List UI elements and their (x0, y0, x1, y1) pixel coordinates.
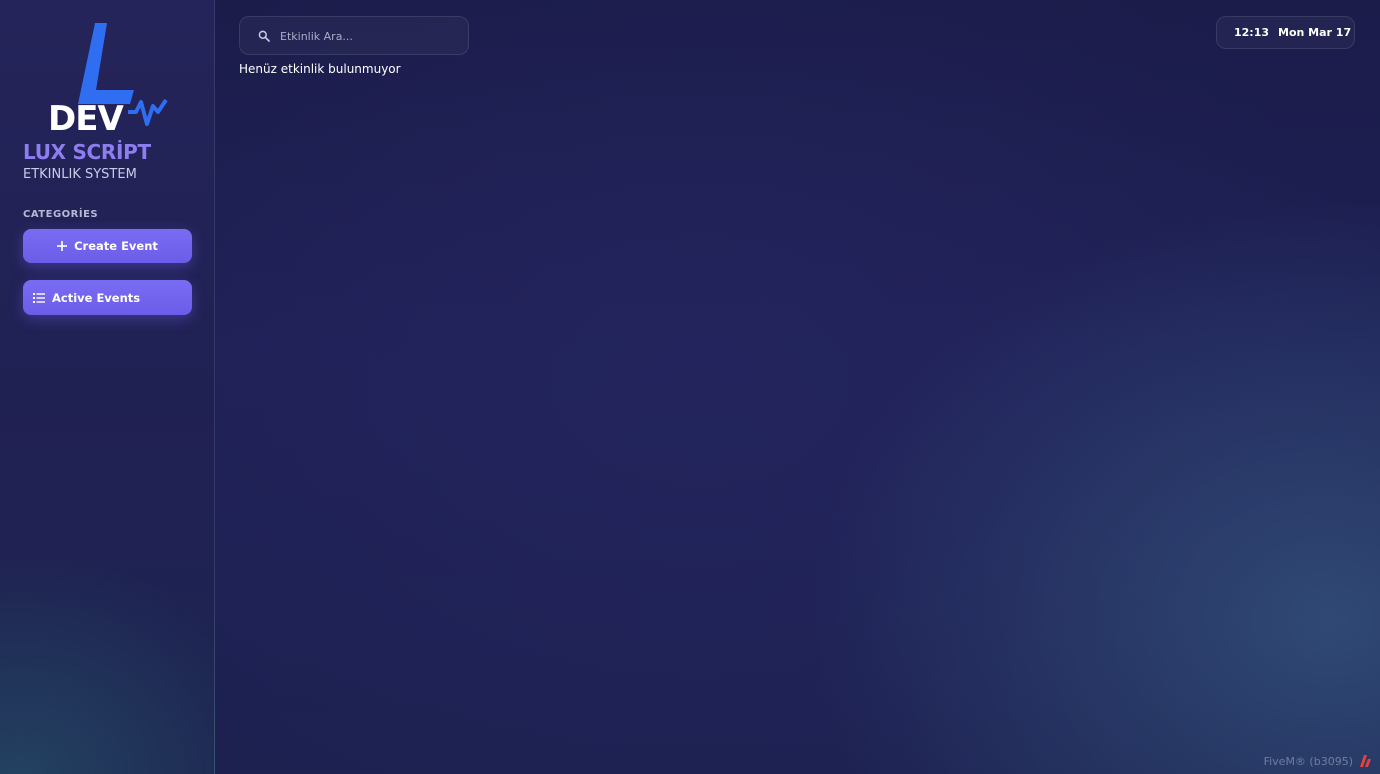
search-icon (258, 30, 270, 42)
search-input[interactable] (280, 25, 460, 47)
clock-time: 12:13 (1234, 26, 1270, 39)
create-event-button[interactable]: Create Event (23, 229, 192, 263)
svg-text:DEV: DEV (48, 99, 124, 134)
search-box (239, 16, 469, 55)
list-icon (33, 292, 45, 303)
create-event-label: Create Event (74, 239, 158, 253)
brand-title: LUX SCRİPT (23, 140, 151, 164)
clock-date: Mon Mar 17 (1278, 26, 1352, 39)
clock-widget: 12:13 Mon Mar 17 (1216, 16, 1355, 49)
sidebar: DEV LUX SCRİPT ETKINLIK SYSTEM CATEGORİE… (0, 0, 215, 774)
active-events-button[interactable]: Active Events (23, 280, 192, 315)
dev-logo-icon: DEV (48, 23, 168, 134)
fivem-version-label: FiveM® (b3095) (1263, 755, 1353, 768)
plus-icon (57, 241, 68, 251)
brand-subtitle: ETKINLIK SYSTEM (23, 167, 137, 182)
fivem-logo-icon (1360, 755, 1371, 767)
categories-label: CATEGORİES (23, 209, 99, 220)
empty-events-message: Henüz etkinlik bulunmuyor (239, 62, 401, 76)
active-events-label: Active Events (52, 290, 141, 305)
